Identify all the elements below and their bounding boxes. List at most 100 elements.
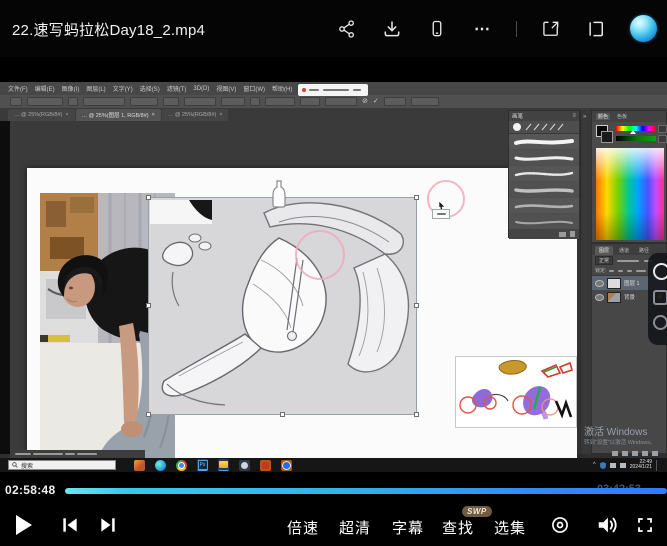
episodes-button[interactable]: 选集 <box>494 517 526 538</box>
brush-preset[interactable] <box>509 150 579 165</box>
brush-preset[interactable] <box>509 166 579 181</box>
ps-menu-select[interactable]: 选择(S) <box>140 84 160 93</box>
taskbar-explorer-icon[interactable] <box>218 459 229 471</box>
ps-options-bar: ⊘ ✓ <box>0 95 667 108</box>
tab-close-icon[interactable]: × <box>65 112 68 118</box>
ps-doc-tab-active[interactable]: … @ 25%(图层 1, RGB/8#)× <box>76 109 161 121</box>
tab-paths[interactable]: 路径 <box>635 246 653 255</box>
screenshot-icon[interactable] <box>540 18 562 40</box>
ps-menu-help[interactable]: 帮助(H) <box>272 84 292 93</box>
quality-button[interactable]: 超清 <box>339 517 371 538</box>
tab-channels[interactable]: 通道 <box>615 246 633 255</box>
ps-menu-image[interactable]: 图像(I) <box>62 84 80 93</box>
green-slider[interactable] <box>616 136 656 141</box>
more-icon[interactable]: ⋯ <box>471 18 493 40</box>
taskbar-clock[interactable]: 22:49 2024/1/21 <box>630 460 652 470</box>
ps-doc-tab[interactable]: … @ 25%(RGB/8#)× <box>8 109 75 121</box>
taskbar-edge-icon[interactable] <box>155 460 166 471</box>
play-button[interactable] <box>12 513 36 537</box>
user-avatar[interactable] <box>630 15 657 42</box>
hue-slider-thumb[interactable] <box>630 130 636 134</box>
hue-value-box[interactable] <box>658 125 667 133</box>
layer-visibility-icon[interactable] <box>595 280 604 287</box>
transform-handle[interactable] <box>146 195 151 200</box>
hue-slider[interactable] <box>616 126 656 131</box>
widget-square-icon[interactable] <box>653 290 667 305</box>
download-icon[interactable] <box>381 18 403 40</box>
ps-menu-filter[interactable]: 滤镜(T) <box>167 84 187 93</box>
tray-expand-icon[interactable]: ^ <box>593 462 596 468</box>
ps-menu-view[interactable]: 视图(V) <box>216 84 236 93</box>
speed-button[interactable]: 倍速 <box>287 517 319 538</box>
taskbar-app-red-icon[interactable] <box>260 460 271 471</box>
ps-menu-type[interactable]: 文字(Y) <box>113 84 133 93</box>
widget-circle-icon[interactable] <box>653 315 667 330</box>
taskbar-app-blue-icon[interactable] <box>281 460 292 471</box>
subtitles-button[interactable]: 字幕 <box>392 517 424 538</box>
ps-doc-tab[interactable]: … @ 25%(RGB/8#)× <box>162 109 229 121</box>
progress-bar[interactable] <box>65 488 667 494</box>
options-commit-icon[interactable]: ✓ <box>373 98 379 105</box>
new-brush-icon[interactable] <box>559 232 566 237</box>
find-button[interactable]: 查找 <box>442 517 474 538</box>
tray-volume-icon[interactable] <box>620 463 626 468</box>
floating-tool-widget[interactable] <box>648 253 667 345</box>
taskbar-chrome-icon[interactable] <box>176 460 187 471</box>
ps-color-panel: 颜色 色板 <box>591 110 667 243</box>
layer-thumbnail[interactable] <box>607 278 621 289</box>
mini-window-icon[interactable] <box>585 18 607 40</box>
ps-menu-window[interactable]: 窗口(W) <box>243 84 265 93</box>
widget-ring-icon[interactable] <box>653 263 667 280</box>
tab-color[interactable]: 颜色 <box>596 113 610 120</box>
delete-brush-icon[interactable] <box>570 231 575 237</box>
collapse-panels-icon[interactable]: » <box>583 114 586 120</box>
taskbar-weather-icon[interactable] <box>134 460 145 471</box>
layer-thumbnail[interactable] <box>607 292 621 303</box>
background-color-swatch[interactable] <box>601 131 613 143</box>
video-frame[interactable]: 文件(F) 编辑(E) 图像(I) 图层(L) 文字(Y) 选择(S) 滤镜(T… <box>0 82 667 472</box>
brush-tip-round[interactable] <box>513 123 521 131</box>
brush-tip-strokes <box>524 123 564 131</box>
record-circle-icon[interactable] <box>548 513 572 537</box>
defender-shield-icon[interactable] <box>600 462 606 469</box>
taskbar-contacts-icon[interactable] <box>239 460 250 471</box>
previous-button[interactable] <box>58 513 82 537</box>
tab-swatches[interactable]: 色板 <box>615 113 629 120</box>
color-picker-field[interactable] <box>596 148 664 240</box>
ps-menu-layer[interactable]: 图层(L) <box>86 84 105 93</box>
ps-menu-3d[interactable]: 3D(D) <box>193 86 209 92</box>
show-desktop-button[interactable] <box>656 460 661 471</box>
volume-icon[interactable] <box>595 513 619 537</box>
taskbar-search-box[interactable]: 搜索 <box>8 460 116 470</box>
taskbar-app-photoshop-icon[interactable]: Ps <box>197 459 208 471</box>
brush-preset[interactable] <box>509 134 579 149</box>
transform-handle[interactable] <box>146 303 151 308</box>
transform-selection[interactable] <box>149 198 416 414</box>
transform-handle[interactable] <box>414 412 419 417</box>
ps-menu-edit[interactable]: 编辑(E) <box>35 84 55 93</box>
tab-close-icon[interactable]: × <box>219 112 222 118</box>
phone-mirror-icon[interactable] <box>426 18 448 40</box>
player-controls: 倍速 超清 字幕 查找 SWP 选集 <box>0 505 667 546</box>
blend-mode-select[interactable]: 正常 <box>595 256 613 265</box>
green-value-box[interactable] <box>658 135 667 143</box>
brush-preset[interactable] <box>509 198 579 213</box>
ps-menu-file[interactable]: 文件(F) <box>8 84 28 93</box>
options-cancel-icon[interactable]: ⊘ <box>362 98 368 105</box>
transform-handle[interactable] <box>414 303 419 308</box>
tab-layers[interactable]: 图层 <box>595 246 613 255</box>
brush-preset[interactable] <box>509 182 579 197</box>
brush-preset[interactable] <box>509 214 579 229</box>
panel-menu-icon[interactable]: ≡ <box>572 113 576 119</box>
tray-network-icon[interactable] <box>610 463 616 468</box>
transform-handle[interactable] <box>414 195 419 200</box>
fullscreen-icon[interactable] <box>633 513 657 537</box>
transform-handle[interactable] <box>280 412 285 417</box>
danmaku-dot <box>302 88 306 92</box>
layer-visibility-icon[interactable] <box>595 294 604 301</box>
share-icon[interactable] <box>336 18 358 40</box>
tab-close-icon[interactable]: × <box>152 112 155 118</box>
next-button[interactable] <box>96 513 120 537</box>
transform-handle[interactable] <box>146 412 151 417</box>
transform-tooltip <box>432 209 450 219</box>
